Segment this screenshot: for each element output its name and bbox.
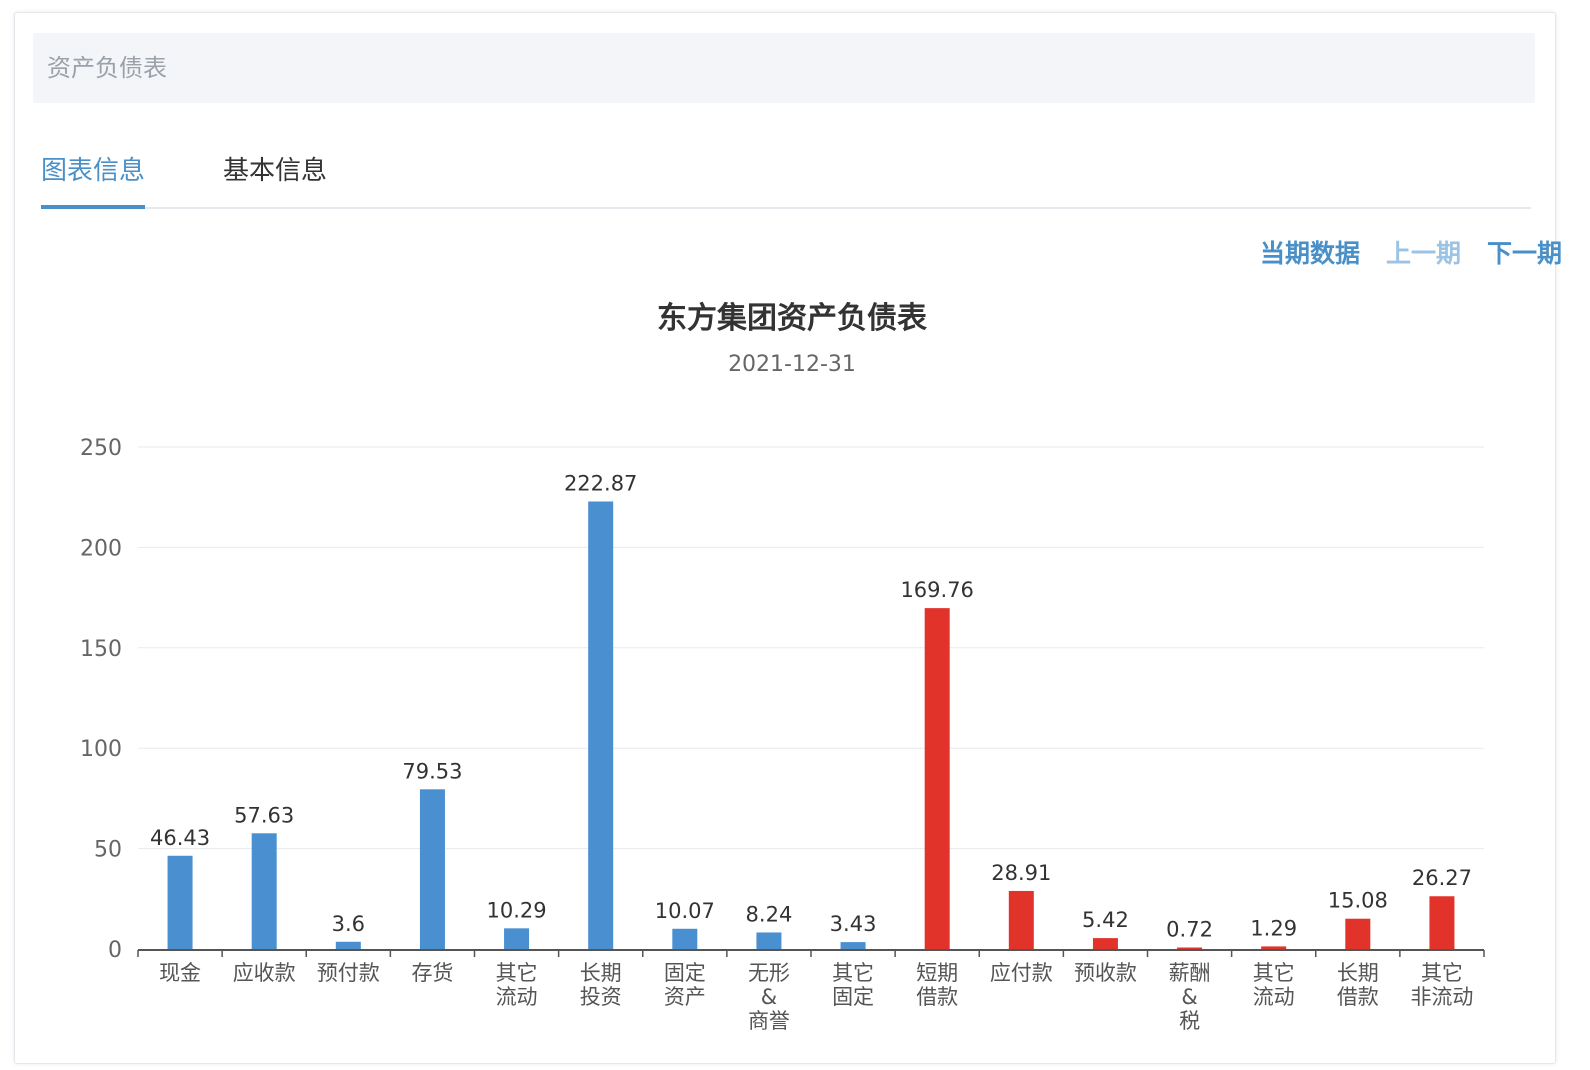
x-tick-label: 现金 (159, 961, 201, 985)
x-tick-label: 其它固定 (832, 961, 874, 1009)
x-tick-label-line: 预收款 (1074, 961, 1137, 985)
x-tick-label-line: 资产 (664, 985, 706, 1009)
data-label: 28.91 (991, 861, 1051, 885)
x-tick-label-line: 固定 (664, 961, 706, 985)
data-label: 57.63 (234, 803, 294, 827)
x-tick-label: 其它非流动 (1410, 961, 1473, 1009)
x-tick-label-line: 其它 (1253, 961, 1295, 985)
bar (672, 928, 698, 949)
x-tick-label-line: 应付款 (990, 961, 1053, 985)
bar (588, 501, 614, 949)
x-tick-label: 其它流动 (1253, 961, 1295, 1009)
x-tick-label-line: 商誉 (748, 1009, 790, 1033)
data-label: 3.43 (830, 912, 877, 936)
x-tick-label-line: 现金 (159, 961, 201, 985)
x-tick-label-line: 存货 (411, 961, 453, 985)
data-label: 1.29 (1250, 916, 1297, 940)
data-label: 26.27 (1412, 866, 1472, 890)
bar (1429, 896, 1455, 949)
x-tick-label: 应付款 (990, 961, 1053, 985)
x-tick-label: 长期借款 (1337, 961, 1379, 1009)
x-tick-label-line: 流动 (496, 985, 538, 1009)
data-label: 5.42 (1082, 908, 1129, 932)
bar (1345, 918, 1371, 949)
bar (1177, 947, 1203, 949)
x-tick-label-line: 固定 (832, 985, 874, 1009)
bar (756, 932, 782, 949)
data-label: 8.24 (746, 902, 793, 926)
x-tick-label: 短期借款 (916, 961, 958, 1009)
data-label: 15.08 (1328, 889, 1388, 913)
x-tick-label-line: 投资 (580, 985, 622, 1009)
x-tick-label: 预收款 (1074, 961, 1137, 985)
x-tick-label-line: 流动 (1253, 985, 1295, 1009)
x-tick-label-line: 借款 (1337, 985, 1379, 1009)
data-label: 0.72 (1166, 918, 1213, 942)
y-tick-label: 100 (80, 737, 122, 762)
x-tick-label: 预付款 (317, 961, 380, 985)
x-tick-label-line: 无形 (748, 961, 790, 985)
x-tick-label: 其它流动 (496, 961, 538, 1009)
x-tick-label-line: 借款 (916, 985, 958, 1009)
x-tick-label-line: 薪酬 (1169, 961, 1211, 985)
bar (840, 942, 866, 949)
bar (335, 941, 361, 949)
data-label: 46.43 (150, 826, 210, 850)
x-tick-label: 长期投资 (580, 961, 622, 1009)
x-tick-label-line: 短期 (916, 961, 958, 985)
chart-subtitle: 2021-12-31 (728, 352, 856, 377)
chart-title: 东方集团资产负债表 (657, 301, 927, 336)
x-tick-label-line: & (1181, 985, 1197, 1009)
x-tick-label: 存货 (411, 961, 453, 985)
y-tick-label: 50 (94, 838, 122, 863)
x-tick-label-line: 其它 (1421, 961, 1463, 985)
x-tick-label-line: 非流动 (1410, 985, 1473, 1009)
x-tick-label-line: & (761, 985, 777, 1009)
x-tick-label-line: 税 (1179, 1009, 1200, 1033)
bar (419, 789, 445, 949)
x-tick-label: 无形&商誉 (748, 961, 790, 1033)
x-tick-label-line: 长期 (580, 961, 622, 985)
balance-sheet-chart: 东方集团资产负债表 2021-12-31 0 50 100 150 200 250 46.… (80, 301, 1485, 1033)
y-tick-label: 150 (80, 637, 122, 662)
bar (167, 855, 193, 949)
x-tick-label: 应收款 (233, 961, 296, 985)
data-label: 3.6 (332, 912, 365, 936)
data-label: 10.29 (487, 898, 547, 922)
data-label: 79.53 (402, 759, 462, 783)
bar (251, 833, 277, 949)
bar (924, 608, 950, 949)
bar (1092, 938, 1118, 949)
x-tick-label-line: 其它 (832, 961, 874, 985)
x-tick-label-line: 应收款 (233, 961, 296, 985)
bar (1008, 890, 1034, 949)
data-label: 10.07 (655, 899, 715, 923)
data-label: 222.87 (564, 471, 637, 495)
data-label: 169.76 (900, 578, 973, 602)
y-tick-label: 250 (80, 436, 122, 461)
x-tick-label: 薪酬&税 (1169, 961, 1211, 1033)
bar (504, 928, 530, 949)
x-tick-label-line: 预付款 (317, 961, 380, 985)
x-tick-label-line: 长期 (1337, 961, 1379, 985)
x-tick-label: 固定资产 (664, 961, 706, 1009)
y-tick-label: 0 (108, 938, 122, 963)
bar (1261, 946, 1287, 949)
y-tick-label: 200 (80, 536, 122, 561)
x-tick-label-line: 其它 (496, 961, 538, 985)
